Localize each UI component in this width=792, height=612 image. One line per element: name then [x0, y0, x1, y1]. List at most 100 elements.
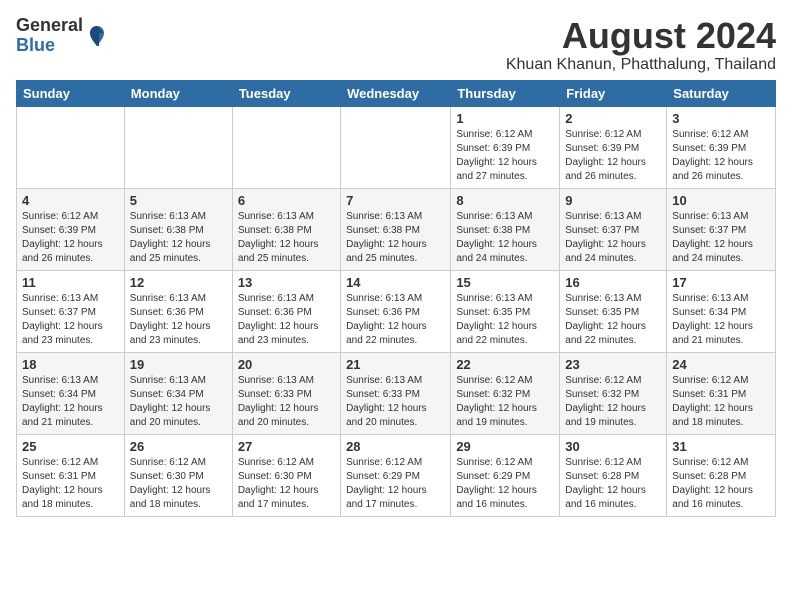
calendar-week-row: 1 Sunrise: 6:12 AM Sunset: 6:39 PM Daylig… [17, 106, 776, 188]
calendar-cell: 13Sunrise: 6:13 AM Sunset: 6:36 PM Dayli… [232, 270, 340, 352]
day-number: 30 [565, 439, 661, 454]
day-info: Sunrise: 6:12 AM Sunset: 6:31 PM Dayligh… [672, 374, 770, 430]
calendar-week-row: 4 Sunrise: 6:12 AM Sunset: 6:39 PM Daylig… [17, 188, 776, 270]
calendar-week-row: 18 Sunrise: 6:13 AM Sunset: 6:34 PM Dayli… [17, 352, 776, 434]
day-info: Sunrise: 6:13 AM Sunset: 6:35 PM Dayligh… [456, 292, 554, 348]
day-number: 25 [22, 439, 119, 454]
page-header: General Blue August 2024 Khuan Khanun, P… [16, 16, 776, 74]
day-number: 21 [346, 357, 445, 372]
day-info: Sunrise: 6:13 AM Sunset: 6:37 PM Dayligh… [565, 210, 661, 266]
day-number: 5 [130, 193, 227, 208]
calendar-cell: 31Sunrise: 6:12 AM Sunset: 6:28 PM Dayli… [667, 434, 776, 516]
month-title: August 2024 [506, 16, 776, 56]
calendar-table: SundayMondayTuesdayWednesdayThursdayFrid… [16, 80, 776, 517]
day-number: 26 [130, 439, 227, 454]
weekday-header: Sunday [17, 80, 125, 106]
calendar-cell: 26 Sunrise: 6:12 AM Sunset: 6:30 PM Dayli… [124, 434, 232, 516]
day-number: 24 [672, 357, 770, 372]
weekday-header: Saturday [667, 80, 776, 106]
day-info: Sunrise: 6:13 AM Sunset: 6:36 PM Dayligh… [130, 292, 227, 348]
day-info: Sunrise: 6:12 AM Sunset: 6:28 PM Dayligh… [672, 456, 770, 512]
day-info: Sunrise: 6:12 AM Sunset: 6:39 PM Dayligh… [456, 128, 554, 184]
day-info: Sunrise: 6:12 AM Sunset: 6:29 PM Dayligh… [346, 456, 445, 512]
day-info: Sunrise: 6:13 AM Sunset: 6:37 PM Dayligh… [22, 292, 119, 348]
calendar-cell: 14Sunrise: 6:13 AM Sunset: 6:36 PM Dayli… [341, 270, 451, 352]
day-number: 12 [130, 275, 227, 290]
calendar-cell: 16 Sunrise: 6:13 AM Sunset: 6:35 PM Dayli… [560, 270, 667, 352]
day-info: Sunrise: 6:12 AM Sunset: 6:39 PM Dayligh… [565, 128, 661, 184]
day-info: Sunrise: 6:13 AM Sunset: 6:38 PM Dayligh… [456, 210, 554, 266]
logo: General Blue [16, 16, 109, 56]
day-number: 8 [456, 193, 554, 208]
day-number: 18 [22, 357, 119, 372]
calendar-cell: 9Sunrise: 6:13 AM Sunset: 6:37 PM Daylig… [560, 188, 667, 270]
day-info: Sunrise: 6:13 AM Sunset: 6:38 PM Dayligh… [346, 210, 445, 266]
weekday-header: Thursday [451, 80, 560, 106]
day-info: Sunrise: 6:12 AM Sunset: 6:32 PM Dayligh… [565, 374, 661, 430]
weekday-header: Wednesday [341, 80, 451, 106]
day-number: 23 [565, 357, 661, 372]
calendar-cell: 3Sunrise: 6:12 AM Sunset: 6:39 PM Daylig… [667, 106, 776, 188]
calendar-cell: 29Sunrise: 6:12 AM Sunset: 6:29 PM Dayli… [451, 434, 560, 516]
calendar-cell: 22Sunrise: 6:12 AM Sunset: 6:32 PM Dayli… [451, 352, 560, 434]
calendar-cell: 25 Sunrise: 6:12 AM Sunset: 6:31 PM Dayli… [17, 434, 125, 516]
day-number: 1 [456, 111, 554, 126]
day-info: Sunrise: 6:12 AM Sunset: 6:39 PM Dayligh… [672, 128, 770, 184]
calendar-week-row: 11 Sunrise: 6:13 AM Sunset: 6:37 PM Dayli… [17, 270, 776, 352]
calendar-cell: 7 Sunrise: 6:13 AM Sunset: 6:38 PM Daylig… [341, 188, 451, 270]
calendar-header-row: SundayMondayTuesdayWednesdayThursdayFrid… [17, 80, 776, 106]
day-info: Sunrise: 6:13 AM Sunset: 6:38 PM Dayligh… [130, 210, 227, 266]
day-number: 16 [565, 275, 661, 290]
weekday-header: Tuesday [232, 80, 340, 106]
day-number: 15 [456, 275, 554, 290]
day-info: Sunrise: 6:12 AM Sunset: 6:39 PM Dayligh… [22, 210, 119, 266]
calendar-cell: 18 Sunrise: 6:13 AM Sunset: 6:34 PM Dayli… [17, 352, 125, 434]
day-number: 10 [672, 193, 770, 208]
calendar-cell: 30 Sunrise: 6:12 AM Sunset: 6:28 PM Dayli… [560, 434, 667, 516]
calendar-cell: 21 Sunrise: 6:13 AM Sunset: 6:33 PM Dayli… [341, 352, 451, 434]
day-info: Sunrise: 6:13 AM Sunset: 6:34 PM Dayligh… [22, 374, 119, 430]
day-number: 20 [238, 357, 335, 372]
day-number: 13 [238, 275, 335, 290]
day-number: 4 [22, 193, 119, 208]
calendar-cell [341, 106, 451, 188]
weekday-header: Friday [560, 80, 667, 106]
calendar-cell: 20 Sunrise: 6:13 AM Sunset: 6:33 PM Dayli… [232, 352, 340, 434]
calendar-cell: 6 Sunrise: 6:13 AM Sunset: 6:38 PM Daylig… [232, 188, 340, 270]
day-info: Sunrise: 6:13 AM Sunset: 6:38 PM Dayligh… [238, 210, 335, 266]
day-number: 6 [238, 193, 335, 208]
calendar-cell: 27Sunrise: 6:12 AM Sunset: 6:30 PM Dayli… [232, 434, 340, 516]
day-number: 2 [565, 111, 661, 126]
calendar-cell [17, 106, 125, 188]
day-info: Sunrise: 6:12 AM Sunset: 6:30 PM Dayligh… [130, 456, 227, 512]
day-info: Sunrise: 6:13 AM Sunset: 6:33 PM Dayligh… [346, 374, 445, 430]
day-info: Sunrise: 6:13 AM Sunset: 6:37 PM Dayligh… [672, 210, 770, 266]
day-number: 28 [346, 439, 445, 454]
day-info: Sunrise: 6:12 AM Sunset: 6:31 PM Dayligh… [22, 456, 119, 512]
weekday-header: Monday [124, 80, 232, 106]
day-info: Sunrise: 6:12 AM Sunset: 6:28 PM Dayligh… [565, 456, 661, 512]
day-number: 11 [22, 275, 119, 290]
logo-general-text: General [16, 15, 83, 35]
calendar-cell [124, 106, 232, 188]
location-title: Khuan Khanun, Phatthalung, Thailand [506, 56, 776, 74]
calendar-cell: 17Sunrise: 6:13 AM Sunset: 6:34 PM Dayli… [667, 270, 776, 352]
calendar-cell: 15 Sunrise: 6:13 AM Sunset: 6:35 PM Dayli… [451, 270, 560, 352]
day-info: Sunrise: 6:13 AM Sunset: 6:34 PM Dayligh… [672, 292, 770, 348]
day-info: Sunrise: 6:12 AM Sunset: 6:30 PM Dayligh… [238, 456, 335, 512]
calendar-cell: 11 Sunrise: 6:13 AM Sunset: 6:37 PM Dayli… [17, 270, 125, 352]
day-info: Sunrise: 6:13 AM Sunset: 6:34 PM Dayligh… [130, 374, 227, 430]
day-info: Sunrise: 6:12 AM Sunset: 6:32 PM Dayligh… [456, 374, 554, 430]
calendar-cell: 2 Sunrise: 6:12 AM Sunset: 6:39 PM Daylig… [560, 106, 667, 188]
day-number: 14 [346, 275, 445, 290]
calendar-cell: 23 Sunrise: 6:12 AM Sunset: 6:32 PM Dayli… [560, 352, 667, 434]
calendar-cell: 12 Sunrise: 6:13 AM Sunset: 6:36 PM Dayli… [124, 270, 232, 352]
day-info: Sunrise: 6:13 AM Sunset: 6:35 PM Dayligh… [565, 292, 661, 348]
day-info: Sunrise: 6:13 AM Sunset: 6:33 PM Dayligh… [238, 374, 335, 430]
logo-blue-text: Blue [16, 35, 55, 55]
calendar-cell: 8 Sunrise: 6:13 AM Sunset: 6:38 PM Daylig… [451, 188, 560, 270]
day-number: 7 [346, 193, 445, 208]
calendar-week-row: 25 Sunrise: 6:12 AM Sunset: 6:31 PM Dayli… [17, 434, 776, 516]
calendar-cell: 24 Sunrise: 6:12 AM Sunset: 6:31 PM Dayli… [667, 352, 776, 434]
day-info: Sunrise: 6:12 AM Sunset: 6:29 PM Dayligh… [456, 456, 554, 512]
